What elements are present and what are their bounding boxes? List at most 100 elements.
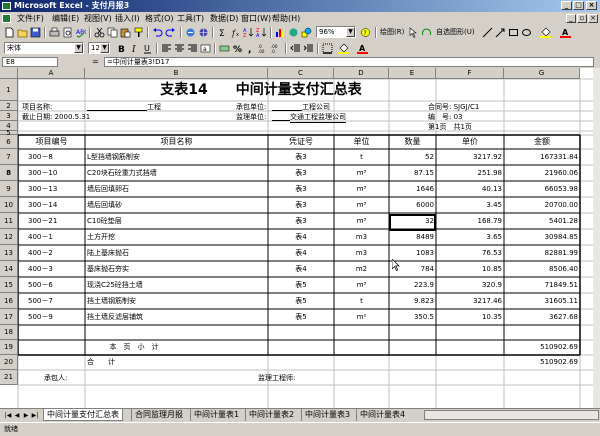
table-cell-amount[interactable]: 82881.99 bbox=[504, 245, 580, 261]
table-cell-price[interactable]: 168.79 bbox=[436, 213, 504, 229]
menu-window[interactable]: 窗口(W) bbox=[241, 12, 271, 25]
active-cell-selection[interactable] bbox=[389, 214, 436, 231]
table-cell-amount[interactable]: 3627.68 bbox=[504, 309, 580, 325]
supervisor-label[interactable]: 监理单位: bbox=[236, 112, 266, 123]
row-header-8[interactable]: 8 bbox=[0, 165, 18, 181]
oval-icon[interactable] bbox=[521, 27, 532, 38]
column-header-b[interactable]: B bbox=[85, 68, 268, 79]
autoshapes-menu[interactable]: 自选图形(U) bbox=[436, 27, 475, 38]
close-button[interactable]: × bbox=[586, 1, 597, 10]
select-objects-icon[interactable] bbox=[408, 27, 419, 38]
table-cell-qty[interactable]: 223.9 bbox=[389, 277, 436, 293]
subtotal-value[interactable]: 510902.69 bbox=[504, 340, 580, 355]
project-name-suffix[interactable]: 工程 bbox=[147, 102, 161, 113]
table-cell-name[interactable]: C20块石砼重力式挡墙 bbox=[85, 165, 268, 181]
table-cell-voucher[interactable]: 表3 bbox=[268, 149, 334, 165]
row-header-15[interactable]: 15 bbox=[0, 277, 18, 293]
table-cell-price[interactable]: 10.85 bbox=[436, 261, 504, 277]
table-cell-qty[interactable]: 6000 bbox=[389, 197, 436, 213]
table-cell-name[interactable]: 陆上基床抛石 bbox=[85, 245, 268, 261]
menu-file[interactable]: 文件(F) bbox=[17, 12, 44, 25]
workbook-icon[interactable] bbox=[2, 14, 11, 23]
table-cell-qty[interactable]: 350.5 bbox=[389, 309, 436, 325]
merge-center-icon[interactable]: a bbox=[200, 43, 211, 54]
table-header-cell[interactable]: 数量 bbox=[389, 135, 436, 149]
table-header-cell[interactable]: 项目名称 bbox=[85, 135, 268, 149]
row-header-12[interactable]: 12 bbox=[0, 229, 18, 245]
fill-color-icon[interactable] bbox=[540, 27, 551, 38]
row-header-16[interactable]: 16 bbox=[0, 293, 18, 309]
row-header-17[interactable]: 17 bbox=[0, 309, 18, 325]
map-icon[interactable] bbox=[288, 27, 299, 38]
table-cell-code[interactable]: 500－9 bbox=[18, 309, 85, 325]
cut-icon[interactable] bbox=[94, 27, 105, 38]
row-header-11[interactable]: 11 bbox=[0, 213, 18, 229]
autosum-icon[interactable]: Σ bbox=[217, 27, 228, 38]
row-header-19[interactable]: 19 bbox=[0, 340, 18, 355]
row-header-20[interactable]: 20 bbox=[0, 355, 18, 370]
zoom-combo[interactable]: 96% ▼ bbox=[316, 26, 356, 38]
table-cell-unit[interactable]: m3 bbox=[334, 245, 389, 261]
subtotal-label[interactable]: 本 页 小 计 bbox=[18, 340, 250, 355]
copy-icon[interactable] bbox=[107, 27, 118, 38]
chevron-down-icon[interactable]: ▼ bbox=[346, 27, 355, 37]
formula-equals[interactable]: = bbox=[92, 56, 99, 68]
table-cell-price[interactable]: 40.13 bbox=[436, 181, 504, 197]
table-cell-unit[interactable]: m³ bbox=[334, 197, 389, 213]
table-cell-price[interactable]: 3217.46 bbox=[436, 293, 504, 309]
table-cell-name[interactable]: 现浇C25砼挡土墙 bbox=[85, 277, 268, 293]
vertical-scrollbar[interactable] bbox=[593, 68, 600, 408]
chevron-down-icon[interactable]: ▼ bbox=[74, 43, 83, 53]
menu-edit[interactable]: 编辑(E) bbox=[52, 12, 79, 25]
table-cell-unit[interactable]: t bbox=[334, 149, 389, 165]
menu-view[interactable]: 视图(V) bbox=[84, 12, 112, 25]
menu-format[interactable]: 格式(O) bbox=[145, 12, 174, 25]
doc-close-button[interactable]: × bbox=[588, 14, 598, 23]
row-header-13[interactable]: 13 bbox=[0, 245, 18, 261]
name-box[interactable]: E8 bbox=[2, 57, 58, 67]
total-value[interactable]: 510902.69 bbox=[504, 355, 580, 370]
sheet-tab-monthly-report[interactable]: 合同监理月报 bbox=[131, 409, 186, 421]
select-all-corner[interactable] bbox=[0, 68, 18, 79]
new-icon[interactable] bbox=[4, 27, 15, 38]
borders-icon[interactable] bbox=[322, 43, 333, 54]
maximize-button[interactable]: □ bbox=[573, 1, 584, 10]
undo-icon[interactable] bbox=[152, 27, 163, 38]
font-size-combo[interactable]: 12 ▼ bbox=[88, 42, 110, 54]
deadline-date[interactable]: 截止日期: 2000.5.31 bbox=[20, 112, 90, 123]
underline-icon[interactable]: U bbox=[142, 43, 153, 54]
worksheet-grid[interactable]: ABCDEFG 1 2 3 4 5 6 7 8 9 10 11 12 13 14 15 16 17 18 19 20 2… bbox=[0, 68, 593, 408]
align-center-icon[interactable] bbox=[174, 43, 185, 54]
table-header-cell[interactable]: 凭证号 bbox=[268, 135, 334, 149]
table-cell-name[interactable]: L型挡墙钢筋制安 bbox=[85, 149, 268, 165]
table-cell-amount[interactable]: 31605.11 bbox=[504, 293, 580, 309]
table-cell-voucher[interactable]: 表4 bbox=[268, 229, 334, 245]
table-cell-amount[interactable]: 8506.40 bbox=[504, 261, 580, 277]
table-cell-price[interactable]: 76.53 bbox=[436, 245, 504, 261]
doc-restore-button[interactable]: ▫ bbox=[577, 14, 587, 23]
draw-menu[interactable]: 绘图(R) bbox=[380, 27, 404, 38]
table-cell-code[interactable]: 500－6 bbox=[18, 277, 85, 293]
table-cell-amount[interactable]: 71849.51 bbox=[504, 277, 580, 293]
font-name-combo[interactable]: 宋体 ▼ bbox=[4, 42, 84, 54]
table-cell-code[interactable]: 300－21 bbox=[18, 213, 85, 229]
table-cell-price[interactable]: 320.9 bbox=[436, 277, 504, 293]
table-cell-amount[interactable]: 5401.28 bbox=[504, 213, 580, 229]
chart-wizard-icon[interactable] bbox=[275, 27, 286, 38]
align-right-icon[interactable] bbox=[187, 43, 198, 54]
table-cell-code[interactable]: 400－1 bbox=[18, 229, 85, 245]
table-cell-code[interactable]: 500－7 bbox=[18, 293, 85, 309]
font-color-icon[interactable]: A bbox=[357, 43, 368, 54]
contractor-signature-label[interactable]: 承包人: bbox=[44, 372, 67, 384]
paste-icon[interactable] bbox=[120, 27, 131, 38]
table-cell-price[interactable]: 3.65 bbox=[436, 229, 504, 245]
align-left-icon[interactable] bbox=[161, 43, 172, 54]
decrease-indent-icon[interactable] bbox=[290, 43, 301, 54]
fill-color-icon[interactable] bbox=[338, 43, 349, 54]
menu-data[interactable]: 数据(D) bbox=[210, 12, 238, 25]
table-cell-voucher[interactable]: 表4 bbox=[268, 261, 334, 277]
column-header-g[interactable]: G bbox=[504, 68, 580, 79]
column-header-d[interactable]: D bbox=[334, 68, 389, 79]
spelling-icon[interactable]: ABC bbox=[75, 27, 86, 38]
rectangle-icon[interactable] bbox=[508, 27, 519, 38]
